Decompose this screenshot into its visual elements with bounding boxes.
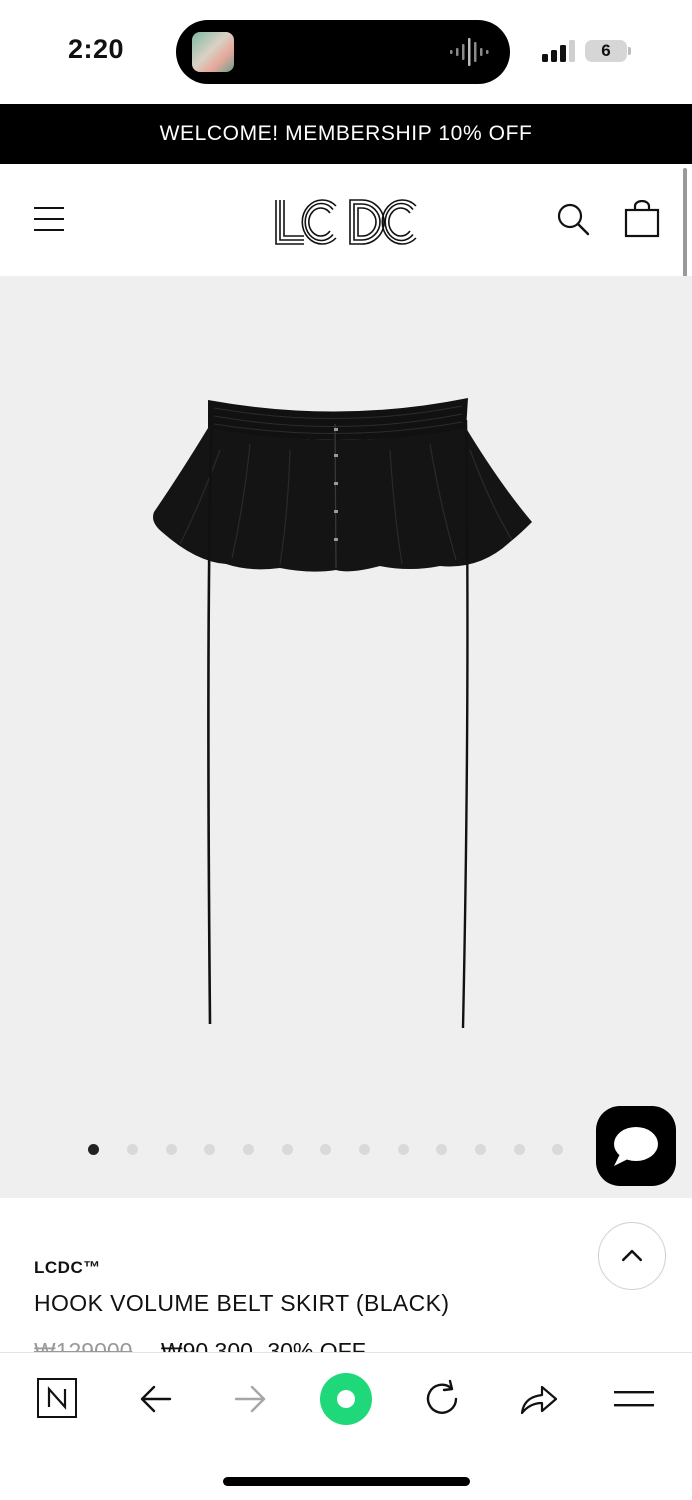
- chevron-up-icon: [622, 1249, 642, 1262]
- product-brand[interactable]: LCDC™: [34, 1258, 101, 1278]
- product-gallery[interactable]: [0, 276, 692, 1198]
- pagination-dot[interactable]: [127, 1144, 138, 1155]
- pagination-dot[interactable]: [282, 1144, 293, 1155]
- pagination-dot[interactable]: [243, 1144, 254, 1155]
- product-info: LCDC™ HOOK VOLUME BELT SKIRT (BLACK) ₩12…: [0, 1198, 692, 1352]
- media-thumbnail: [192, 32, 234, 72]
- discount-label: 30% OFF: [267, 1338, 366, 1352]
- share-icon[interactable]: [516, 1377, 560, 1421]
- naver-icon[interactable]: [36, 1377, 78, 1419]
- logo[interactable]: [270, 194, 422, 250]
- audio-wave-icon: [450, 38, 489, 66]
- dynamic-island[interactable]: [176, 20, 510, 84]
- chat-button[interactable]: [596, 1106, 676, 1186]
- battery-cap: [628, 47, 631, 55]
- pagination-dot[interactable]: [475, 1144, 486, 1155]
- product-title: HOOK VOLUME BELT SKIRT (BLACK): [34, 1290, 450, 1316]
- menu-icon[interactable]: [34, 206, 66, 232]
- status-time: 2:20: [68, 34, 125, 64]
- shopping-bag-icon[interactable]: [624, 200, 660, 238]
- pagination-dot[interactable]: [320, 1144, 331, 1155]
- forward-arrow-icon[interactable]: [228, 1377, 272, 1421]
- price-row: ₩129000 ₩90,300 30% OFF: [34, 1338, 366, 1352]
- status-bar: 2:20 6: [0, 0, 692, 104]
- back-arrow-icon[interactable]: [134, 1377, 178, 1421]
- sale-price: ₩90,300: [160, 1338, 253, 1352]
- browser-toolbar: [0, 1352, 692, 1500]
- promo-banner[interactable]: WELCOME! MEMBERSHIP 10% OFF: [0, 104, 692, 164]
- search-icon[interactable]: [556, 202, 590, 236]
- pagination-dot[interactable]: [88, 1144, 99, 1155]
- original-price: ₩129000: [34, 1338, 133, 1352]
- green-dot-icon[interactable]: [318, 1371, 374, 1427]
- scroll-to-top-button[interactable]: [598, 1222, 666, 1290]
- battery-indicator: 6: [585, 40, 627, 62]
- menu-icon[interactable]: [612, 1377, 656, 1421]
- product-image[interactable]: [140, 394, 540, 1034]
- home-indicator[interactable]: [223, 1477, 470, 1486]
- pagination-dot[interactable]: [398, 1144, 409, 1155]
- pagination-dot[interactable]: [552, 1144, 563, 1155]
- pagination-dot[interactable]: [204, 1144, 215, 1155]
- pagination-dot[interactable]: [166, 1144, 177, 1155]
- reload-icon[interactable]: [420, 1377, 464, 1421]
- site-header: [0, 164, 692, 276]
- pagination-dot[interactable]: [359, 1144, 370, 1155]
- cellular-signal-icon: [542, 40, 575, 62]
- pagination-dot[interactable]: [514, 1144, 525, 1155]
- pagination-dot[interactable]: [436, 1144, 447, 1155]
- chat-bubble-icon: [614, 1127, 658, 1166]
